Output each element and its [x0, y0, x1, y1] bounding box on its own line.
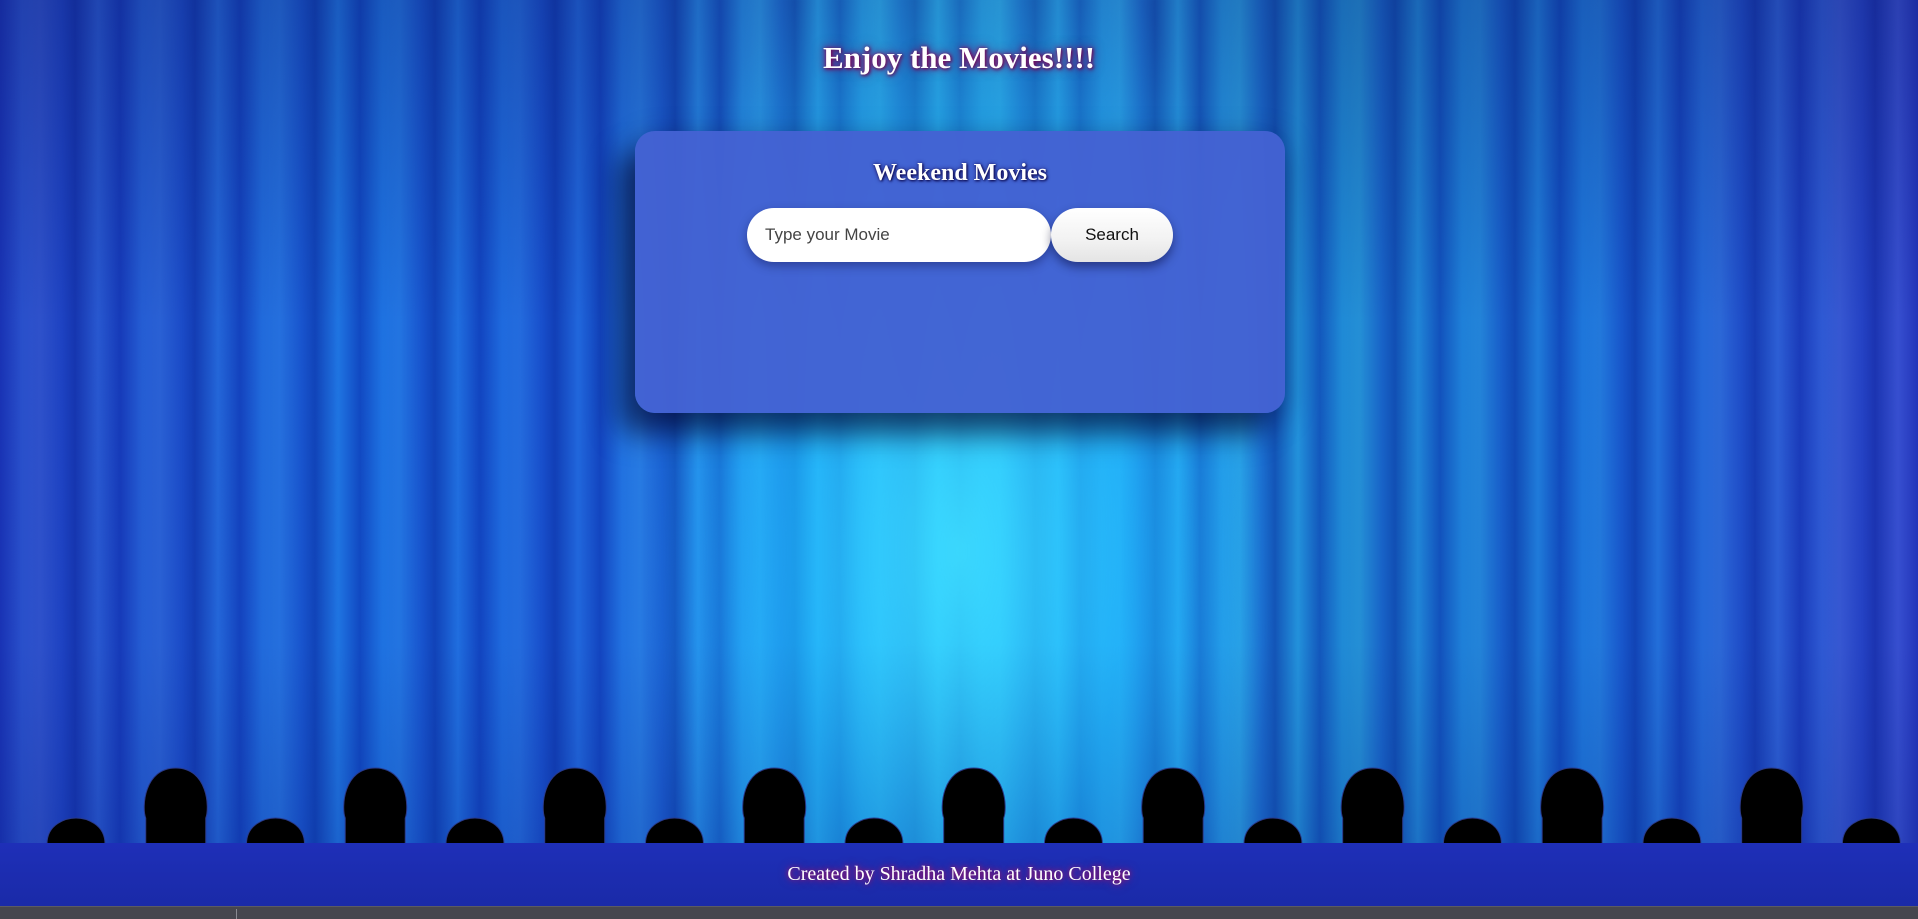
audience-head [1540, 767, 1605, 844]
audience-head [1442, 817, 1502, 844]
audience-head [343, 767, 408, 844]
search-button[interactable]: Search [1051, 208, 1173, 262]
audience-head [46, 817, 106, 844]
search-form: Search [747, 208, 1173, 262]
audience-head [1841, 817, 1901, 844]
audience-head [143, 767, 208, 844]
movie-search-input[interactable] [747, 208, 1051, 262]
audience-head [1340, 767, 1405, 844]
audience-head [644, 817, 704, 844]
search-panel: Weekend Movies Search [635, 131, 1285, 413]
footer-credit: Created by Shradha Mehta at Juno College [787, 863, 1131, 885]
audience-head [245, 817, 305, 844]
audience-head [542, 767, 607, 844]
audience-head [1141, 767, 1206, 844]
audience-head [941, 767, 1006, 844]
footer: Created by Shradha Mehta at Juno College [0, 843, 1918, 906]
audience-silhouettes [46, 767, 1901, 844]
bottom-bar-divider [236, 909, 237, 919]
page-title: Enjoy the Movies!!!! [822, 40, 1096, 75]
audience-head [445, 817, 505, 844]
panel-heading: Weekend Movies [873, 160, 1047, 186]
audience-head [742, 767, 807, 844]
audience-head [844, 817, 904, 844]
audience-head [1043, 817, 1103, 844]
audience-head [1642, 817, 1702, 844]
bottom-bar [0, 906, 1918, 919]
audience-head [1739, 767, 1804, 844]
audience-head [1243, 817, 1303, 844]
